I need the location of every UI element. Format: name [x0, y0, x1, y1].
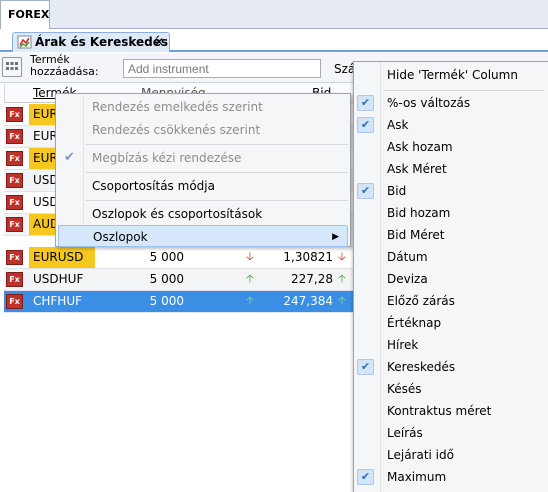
menu-item-label: Maximum — [387, 470, 447, 484]
fx-icon: Fx — [6, 151, 23, 166]
checkmark-icon: ✔ — [357, 359, 374, 375]
document-tab-bar: Árak és Kereskedés ✕ — [0, 29, 548, 52]
menu-item-column-option[interactable]: Deviza — [354, 268, 548, 290]
arrow-up-icon: 🡡 — [246, 272, 254, 285]
menu-item-label: %-os változás — [387, 96, 471, 110]
menu-item-manual-order-sort[interactable]: ✔ Megbízás kézi rendezése — [58, 147, 348, 169]
fx-icon: Fx — [6, 107, 23, 122]
app-tab-bar: FOREX — [0, 0, 548, 29]
menu-item-column-option[interactable]: ✔ Maximum — [354, 466, 548, 488]
menu-separator — [86, 172, 348, 173]
table-row[interactable]: Fx USDHUF 5 000 🡡 227,28 🡡 — [4, 269, 357, 291]
menu-item-column-option[interactable]: ✔ Bid — [354, 180, 548, 202]
checkmark-icon: ✔ — [357, 183, 374, 199]
menu-item-label: Hírek — [387, 338, 419, 352]
bid-cell: 1,30821 — [283, 250, 333, 264]
menu-item-label: Bid — [387, 184, 407, 198]
grid-icon — [6, 62, 18, 70]
fx-icon: Fx — [6, 272, 23, 287]
arrow-up-icon: 🡡 — [338, 272, 346, 285]
menu-item-column-option[interactable]: ✔ %-os változás — [354, 92, 548, 114]
menu-item-sort-descending[interactable]: Rendezés csökkenés szerint — [58, 119, 348, 141]
fx-icon: Fx — [6, 173, 23, 188]
menu-item-column-option[interactable]: Dátum — [354, 246, 548, 268]
symbol-cell: EURUSD — [29, 247, 95, 268]
bid-cell: 227,28 — [291, 272, 333, 286]
menu-item-label: Megbízás kézi rendezése — [92, 151, 242, 165]
menu-item-label: Bid Méret — [387, 228, 445, 242]
menu-item-column-option[interactable]: Késés — [354, 378, 548, 400]
menu-item-column-option[interactable]: Lejárati idő — [354, 444, 548, 466]
menu-item-label: Dátum — [387, 250, 428, 264]
column-header-context-menu: Rendezés emelkedés szerint Rendezés csök… — [55, 93, 351, 247]
menu-item-columns[interactable]: Oszlopok ▶ — [58, 225, 348, 247]
menu-item-label: Ask Méret — [387, 162, 447, 176]
columns-submenu: Hide 'Termék' Column ✔ %-os változás ✔ Ask A… — [353, 61, 548, 492]
fx-icon: Fx — [6, 195, 23, 210]
add-instrument-input[interactable] — [123, 59, 321, 78]
menu-item-label: Lejárati idő — [387, 448, 454, 462]
fx-icon: Fx — [6, 250, 23, 265]
symbol-cell: CHFHUF — [33, 294, 83, 308]
menu-item-label: Bid hozam — [387, 206, 451, 220]
menu-item-label: Deviza — [387, 272, 428, 286]
menu-separator — [86, 200, 348, 201]
table-row-selected[interactable]: Fx CHFHUF 5 000 🡡 247,384 🡡 — [4, 291, 357, 313]
fx-icon: Fx — [6, 217, 23, 232]
menu-item-column-option[interactable]: Bid hozam — [354, 202, 548, 224]
menu-item-column-option[interactable]: Értéknap — [354, 312, 548, 334]
table-row[interactable]: Fx EURUSD 5 000 🡣 1,30821 🡣 — [4, 247, 357, 269]
arrow-up-icon: 🡡 — [338, 294, 346, 307]
menu-item-column-option[interactable]: Hírek — [354, 334, 548, 356]
menu-item-column-option[interactable]: ✔ Ask — [354, 114, 548, 136]
tab-forex[interactable]: FOREX — [0, 0, 50, 29]
menu-item-column-option[interactable]: Előző zárás — [354, 290, 548, 312]
menu-item-column-option[interactable]: Ask hozam — [354, 136, 548, 158]
menu-item-label: Oszlopok — [93, 230, 148, 244]
checkmark-icon: ✔ — [64, 150, 75, 165]
add-instrument-label: Termék hozzáadása: — [30, 53, 99, 78]
menu-item-label: Értéknap — [387, 316, 442, 330]
menu-item-column-option[interactable]: Bid Méret — [354, 224, 548, 246]
quantity-cell: 5 000 — [149, 272, 184, 286]
tab-label: Árak és Kereskedés — [35, 35, 169, 49]
menu-item-column-option[interactable]: ✔ Kereskedés — [354, 356, 548, 378]
menu-separator — [384, 90, 544, 91]
menu-item-label: Kontraktus méret — [387, 404, 492, 418]
close-icon[interactable]: ✕ — [154, 33, 164, 51]
submenu-arrow-icon: ▶ — [332, 232, 339, 242]
arrow-down-icon: 🡣 — [338, 250, 346, 263]
menu-item-label: Késés — [387, 382, 422, 396]
menu-item-label: Kereskedés — [387, 360, 456, 374]
checkmark-icon: ✔ — [357, 95, 374, 111]
menu-item-label: Ask hozam — [387, 140, 453, 154]
quantity-cell: 5 000 — [149, 250, 184, 264]
menu-item-sort-ascending[interactable]: Rendezés emelkedés szerint — [58, 96, 348, 118]
quantity-cell: 5 000 — [149, 294, 184, 308]
menu-item-label: Ask — [387, 118, 409, 132]
menu-item-column-option[interactable]: Kontraktus méret — [354, 400, 548, 422]
menu-item-hide-column[interactable]: Hide 'Termék' Column — [354, 64, 548, 86]
arrow-down-icon: 🡣 — [246, 250, 254, 263]
symbol-cell: USDHUF — [33, 272, 84, 286]
menu-item-choose-columns[interactable]: Oszlopok és csoportosítások kiválasztása… — [58, 203, 348, 243]
fx-icon: Fx — [6, 129, 23, 144]
arrow-up-icon: 🡡 — [246, 294, 254, 307]
bid-cell: 247,384 — [283, 294, 333, 308]
tab-prices-and-trading[interactable]: Árak és Kereskedés ✕ — [12, 32, 170, 52]
menu-item-grouping-mode[interactable]: Csoportosítás módja — [58, 175, 348, 197]
menu-item-column-option[interactable]: Leírás — [354, 422, 548, 444]
checkmark-icon: ✔ — [357, 469, 374, 485]
menu-item-label: Leírás — [387, 426, 423, 440]
menu-item-column-option[interactable]: Ask Méret — [354, 158, 548, 180]
menu-item-label: Előző zárás — [387, 294, 455, 308]
menu-separator — [86, 144, 348, 145]
fx-icon: Fx — [6, 294, 23, 309]
grid-view-button[interactable] — [2, 57, 22, 77]
checkmark-icon: ✔ — [357, 117, 374, 133]
trade-ticket-icon — [17, 35, 32, 49]
